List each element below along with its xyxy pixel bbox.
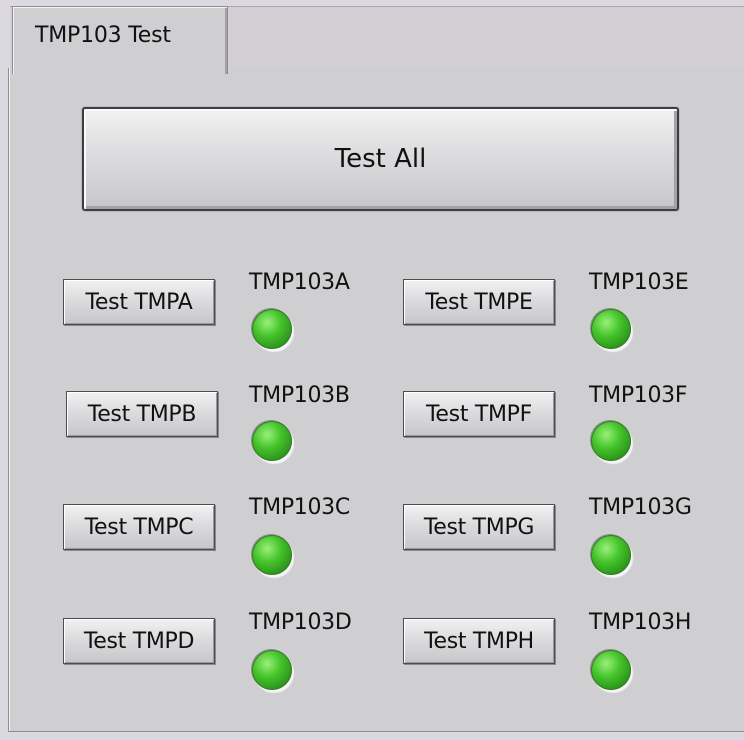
led-indicator-tmp103a xyxy=(252,309,292,349)
led-indicator-tmp103d xyxy=(252,650,292,690)
test-all-button[interactable]: Test All xyxy=(82,107,679,211)
test-tmpe-button[interactable]: Test TMPE xyxy=(403,279,555,325)
indicator-label-tmp103b: TMP103B xyxy=(249,383,350,408)
test-tmph-button[interactable]: Test TMPH xyxy=(403,618,555,664)
led-indicator-tmp103b xyxy=(252,421,292,461)
tab-tmp103-test[interactable]: TMP103 Test xyxy=(12,6,228,74)
test-tmpg-button[interactable]: Test TMPG xyxy=(403,504,555,550)
indicator-label-tmp103d: TMP103D xyxy=(249,610,352,635)
indicator-label-tmp103h: TMP103H xyxy=(589,610,692,635)
indicator-label-tmp103c: TMP103C xyxy=(249,495,350,520)
test-tmpd-button[interactable]: Test TMPD xyxy=(63,618,215,664)
led-indicator-tmp103g xyxy=(591,535,631,575)
led-indicator-tmp103e xyxy=(591,309,631,349)
indicator-label-tmp103g: TMP103G xyxy=(589,495,692,520)
test-tmpf-button[interactable]: Test TMPF xyxy=(403,391,555,437)
test-tmpc-button[interactable]: Test TMPC xyxy=(63,504,215,550)
test-tmpb-button[interactable]: Test TMPB xyxy=(66,391,218,437)
indicator-label-tmp103e: TMP103E xyxy=(589,270,689,295)
led-indicator-tmp103f xyxy=(591,421,631,461)
tab-label: TMP103 Test xyxy=(35,23,171,48)
test-tmpa-button[interactable]: Test TMPA xyxy=(63,279,215,325)
tmp103-test-window: TMP103 Test Test All Test TMPA TMP103A T… xyxy=(0,0,744,740)
led-indicator-tmp103c xyxy=(252,535,292,575)
indicator-label-tmp103f: TMP103F xyxy=(589,383,688,408)
led-indicator-tmp103h xyxy=(591,650,631,690)
indicator-label-tmp103a: TMP103A xyxy=(249,270,350,295)
